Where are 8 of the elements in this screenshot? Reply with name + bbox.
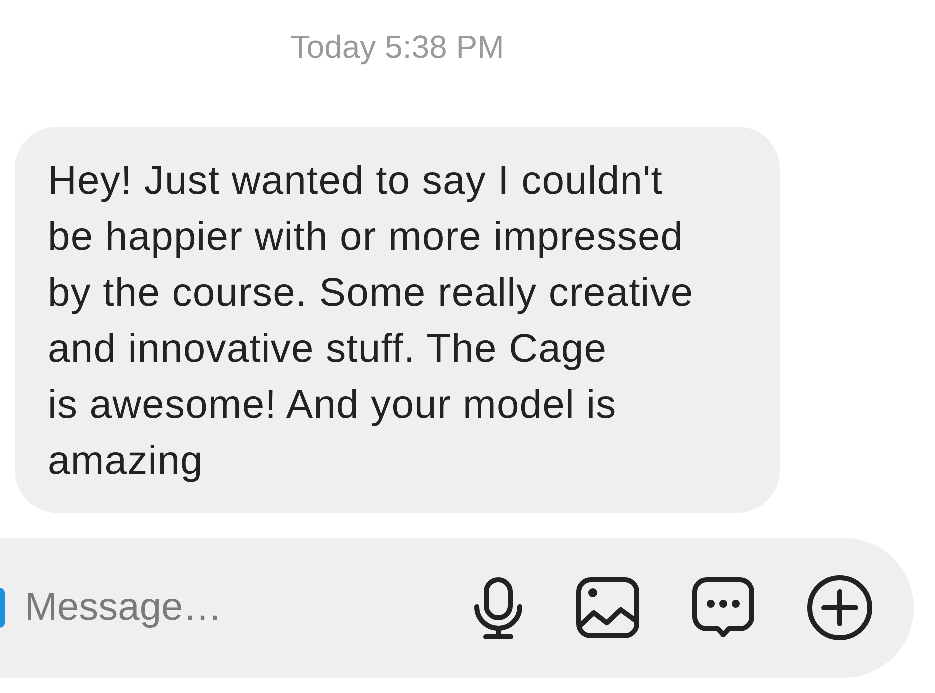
circle-edge-icon[interactable] — [0, 588, 5, 628]
chat-bubble-icon[interactable] — [692, 577, 755, 639]
message-timestamp: Today 5:38 PM — [290, 28, 504, 67]
microphone-icon[interactable] — [473, 576, 524, 640]
add-icon[interactable] — [807, 575, 873, 641]
message-field[interactable]: Message… — [25, 581, 425, 635]
message-text: Hey! Just wanted to say I couldn't be happier with or more impressed by the course. Some really creative and innovative stuff. The Cage is awesome! And your model is amazing — [48, 158, 695, 485]
image-icon[interactable] — [576, 577, 640, 639]
